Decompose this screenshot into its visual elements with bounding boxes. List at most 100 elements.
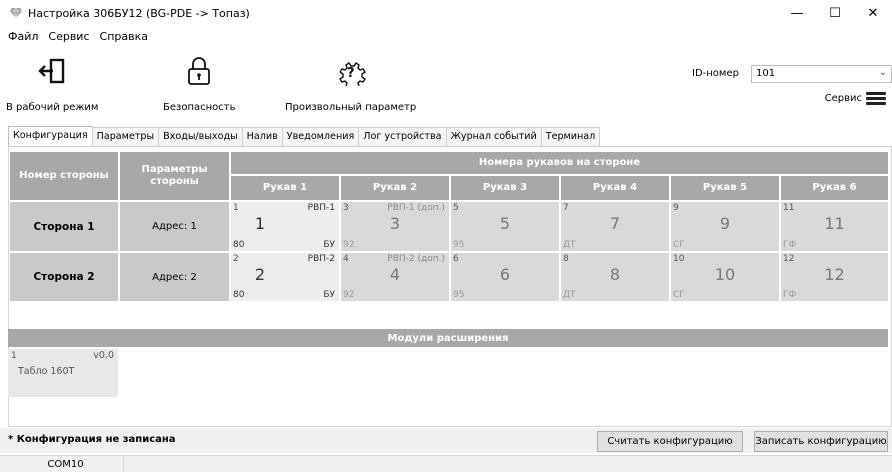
tab-device-log[interactable]: Лог устройства bbox=[358, 127, 447, 146]
hose-unit: БУ bbox=[323, 240, 335, 250]
menu-bar: Файл Сервис Справка bbox=[0, 26, 158, 46]
hose-big-number: 7 bbox=[609, 214, 621, 233]
side-1-address[interactable]: Адрес: 1 bbox=[120, 202, 229, 251]
hose-fuel: 92 bbox=[343, 240, 355, 250]
work-mode-button[interactable]: В рабочий режим bbox=[6, 52, 98, 113]
hose-dispenser: РВП-1 (доп.) bbox=[387, 203, 445, 213]
hose-fuel: 95 bbox=[453, 290, 465, 300]
read-config-button[interactable]: Считать конфигурацию bbox=[597, 431, 743, 452]
hose-fuel: СГ bbox=[673, 240, 685, 250]
hose-big-number: 4 bbox=[389, 265, 401, 284]
config-not-saved-warning: * Конфигурация не записана bbox=[8, 434, 176, 445]
gear-question-icon: ? bbox=[338, 62, 366, 86]
menu-file[interactable]: Файл bbox=[8, 30, 38, 43]
expansion-modules-header: Модули расширения bbox=[8, 329, 888, 347]
hose-number: 4 bbox=[343, 254, 349, 264]
side-params-header: Параметры стороны bbox=[120, 152, 229, 200]
hose-number: 10 bbox=[673, 254, 685, 264]
hose-number: 11 bbox=[783, 203, 795, 213]
hose-cell[interactable]: 12 12 ГФ bbox=[781, 253, 888, 301]
hose-fuel: ДТ bbox=[563, 240, 576, 250]
id-number-label: ID-номер bbox=[692, 68, 739, 79]
menu-help[interactable]: Справка bbox=[100, 30, 148, 43]
hamburger-icon bbox=[866, 92, 886, 105]
hose-fuel: 80 bbox=[233, 240, 245, 250]
module-version: v0.0 bbox=[93, 350, 114, 361]
tab-filling[interactable]: Налив bbox=[241, 127, 283, 146]
id-number-value: 101 bbox=[756, 68, 776, 79]
hose-cell[interactable]: 9 9 СГ bbox=[671, 202, 779, 251]
hose-col-6: Рукав 6 bbox=[781, 176, 888, 200]
hose-cell[interactable]: 11 11 ГФ bbox=[781, 202, 888, 251]
hose-number: 8 bbox=[563, 254, 569, 264]
lock-icon bbox=[188, 57, 211, 85]
service-menu-button[interactable]: Сервис bbox=[825, 92, 886, 105]
hose-big-number: 8 bbox=[609, 265, 621, 284]
hose-big-number: 10 bbox=[714, 265, 736, 284]
tab-event-journal[interactable]: Журнал событий bbox=[445, 127, 542, 146]
hose-cell[interactable]: 1 1 РВП-1 80 БУ bbox=[231, 202, 339, 251]
close-button[interactable]: ✕ bbox=[854, 0, 892, 26]
hose-col-1: Рукав 1 bbox=[231, 176, 339, 200]
hose-cell[interactable]: 8 8 ДТ bbox=[561, 253, 669, 301]
action-bar: * Конфигурация не записана Считать конфи… bbox=[0, 428, 892, 453]
hose-fuel: ДТ bbox=[563, 290, 576, 300]
custom-param-label: Произвольный параметр bbox=[285, 102, 417, 113]
hose-number: 2 bbox=[233, 254, 239, 264]
hose-big-number: 11 bbox=[824, 214, 845, 233]
hose-dispenser: РВП-2 bbox=[307, 254, 335, 264]
side-number-header: Номер стороны bbox=[10, 152, 118, 200]
service-label: Сервис bbox=[824, 93, 862, 104]
hose-cell[interactable]: 5 5 95 bbox=[451, 202, 559, 251]
hose-dispenser: РВП-2 (доп.) bbox=[387, 254, 445, 264]
side-2-label[interactable]: Сторона 2 bbox=[10, 253, 118, 301]
side-1-label[interactable]: Сторона 1 bbox=[10, 202, 118, 251]
hose-cell[interactable]: 7 7 ДТ bbox=[561, 202, 669, 251]
tab-terminal[interactable]: Терминал bbox=[540, 127, 601, 146]
hose-big-number: 12 bbox=[824, 265, 845, 284]
hose-cell[interactable]: 4 4 РВП-2 (доп.) 92 bbox=[341, 253, 449, 301]
menu-service[interactable]: Сервис bbox=[48, 30, 89, 43]
security-button[interactable]: Безопасность bbox=[163, 52, 236, 113]
svg-text:?: ? bbox=[347, 66, 355, 81]
module-card[interactable]: 1 v0.0 Табло 160Т bbox=[8, 349, 118, 397]
tab-notifications[interactable]: Уведомления bbox=[281, 127, 360, 146]
hose-number: 1 bbox=[233, 203, 239, 213]
tab-parameters[interactable]: Параметры bbox=[91, 127, 160, 146]
hose-number: 7 bbox=[563, 203, 569, 213]
hose-big-number: 9 bbox=[719, 214, 731, 233]
hose-fuel: 95 bbox=[453, 240, 465, 250]
hose-cell[interactable]: 3 3 РВП-1 (доп.) 92 bbox=[341, 202, 449, 251]
work-mode-label: В рабочий режим bbox=[6, 102, 99, 113]
hose-cell[interactable]: 10 10 СГ bbox=[671, 253, 779, 301]
hose-dispenser: РВП-1 bbox=[307, 203, 335, 213]
minimize-button[interactable]: — bbox=[778, 0, 816, 26]
window-title: Настройка 306БУ12 (BG-PDE -> Топаз) bbox=[28, 6, 250, 20]
tab-bar: Конфигурация Параметры Входы/выходы Нали… bbox=[8, 126, 892, 147]
hose-cell[interactable]: 2 2 РВП-2 80 БУ bbox=[231, 253, 339, 301]
toolbar: В рабочий режим Безопасность ? Произволь… bbox=[0, 48, 892, 124]
tab-configuration[interactable]: Конфигурация bbox=[8, 126, 93, 146]
side-2-address[interactable]: Адрес: 2 bbox=[120, 253, 229, 301]
maximize-button[interactable]: ☐ bbox=[816, 0, 854, 26]
tab-io[interactable]: Входы/выходы bbox=[158, 127, 243, 146]
chevron-down-icon: ⌄ bbox=[878, 67, 887, 78]
hose-number: 12 bbox=[783, 254, 795, 264]
hose-fuel: 92 bbox=[343, 290, 355, 300]
write-config-button[interactable]: Записать конфигурацию bbox=[754, 431, 888, 452]
app-diamond-icon bbox=[10, 7, 22, 19]
hose-big-number: 6 bbox=[499, 265, 511, 284]
hose-number: 9 bbox=[673, 203, 679, 213]
hose-col-5: Рукав 5 bbox=[671, 176, 779, 200]
hose-cell[interactable]: 6 6 95 bbox=[451, 253, 559, 301]
exit-to-work-icon bbox=[38, 58, 65, 84]
com-port-status: COM10 bbox=[8, 456, 124, 472]
hose-big-number: 1 bbox=[254, 214, 266, 233]
module-name: Табло 160Т bbox=[18, 366, 75, 377]
hose-fuel: ГФ bbox=[783, 290, 797, 300]
hose-big-number: 2 bbox=[254, 265, 266, 284]
custom-param-button[interactable]: ? Произвольный параметр bbox=[285, 52, 416, 113]
id-number-select[interactable]: 101 ⌄ bbox=[751, 65, 892, 83]
hose-number: 6 bbox=[453, 254, 459, 264]
module-number: 1 bbox=[11, 351, 17, 361]
